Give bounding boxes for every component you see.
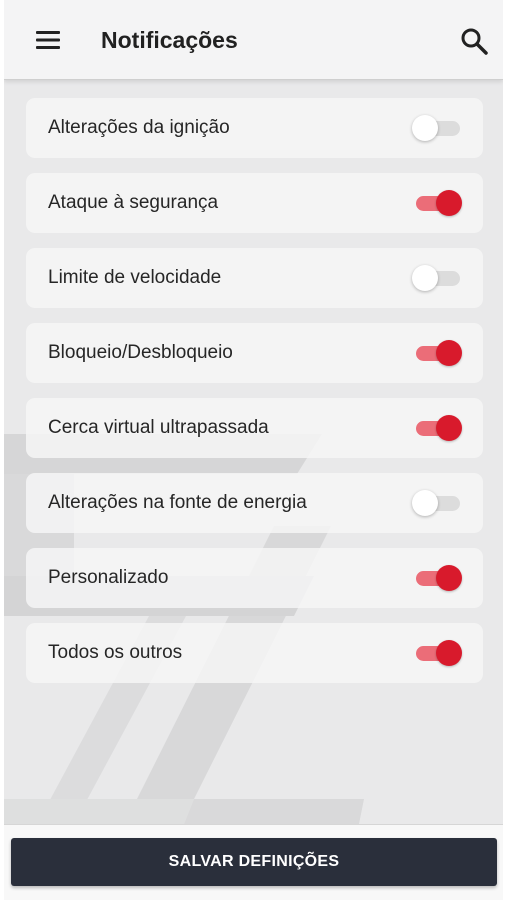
toggle-knob[interactable] bbox=[436, 640, 462, 666]
notification-setting-row[interactable]: Todos os outros bbox=[26, 623, 483, 683]
footer-bar: SALVAR DEFINIÇÕES bbox=[4, 824, 503, 900]
notification-toggle-switch[interactable] bbox=[412, 638, 464, 668]
notification-setting-label: Cerca virtual ultrapassada bbox=[48, 417, 269, 438]
menu-icon bbox=[36, 31, 60, 49]
notification-toggle-switch[interactable] bbox=[412, 263, 464, 293]
search-button[interactable] bbox=[456, 24, 492, 58]
notification-toggle-switch[interactable] bbox=[412, 188, 464, 218]
notification-setting-label: Alterações da ignição bbox=[48, 117, 230, 138]
notification-setting-row[interactable]: Cerca virtual ultrapassada bbox=[26, 398, 483, 458]
notification-setting-row[interactable]: Ataque à segurança bbox=[26, 173, 483, 233]
notification-setting-label: Limite de velocidade bbox=[48, 267, 222, 288]
toggle-knob[interactable] bbox=[412, 265, 438, 291]
notification-setting-label: Bloqueio/Desbloqueio bbox=[48, 342, 233, 363]
notification-setting-row[interactable]: Limite de velocidade bbox=[26, 248, 483, 308]
toggle-knob[interactable] bbox=[436, 190, 462, 216]
app-bar: Notificações bbox=[4, 0, 503, 80]
notification-settings-list: Alterações da ignição Ataque à segurança L… bbox=[26, 98, 483, 698]
notification-toggle-switch[interactable] bbox=[412, 113, 464, 143]
toggle-knob[interactable] bbox=[412, 115, 438, 141]
notification-setting-label: Personalizado bbox=[48, 567, 169, 588]
toggle-knob[interactable] bbox=[436, 565, 462, 591]
notification-toggle-switch[interactable] bbox=[412, 563, 464, 593]
toggle-knob[interactable] bbox=[412, 490, 438, 516]
toggle-knob[interactable] bbox=[436, 340, 462, 366]
notification-toggle-switch[interactable] bbox=[412, 338, 464, 368]
save-settings-button[interactable]: SALVAR DEFINIÇÕES bbox=[11, 838, 497, 886]
toggle-knob[interactable] bbox=[436, 415, 462, 441]
notification-toggle-switch[interactable] bbox=[412, 488, 464, 518]
page-title: Notificações bbox=[101, 27, 238, 53]
notification-setting-row[interactable]: Bloqueio/Desbloqueio bbox=[26, 323, 483, 383]
notification-setting-row[interactable]: Alterações na fonte de energia bbox=[26, 473, 483, 533]
menu-button[interactable] bbox=[30, 24, 66, 56]
notification-setting-label: Ataque à segurança bbox=[48, 192, 219, 213]
notification-setting-row[interactable]: Alterações da ignição bbox=[26, 98, 483, 158]
notification-setting-row[interactable]: Personalizado bbox=[26, 548, 483, 608]
notification-setting-label: Todos os outros bbox=[48, 642, 183, 663]
notification-toggle-switch[interactable] bbox=[412, 413, 464, 443]
notification-setting-label: Alterações na fonte de energia bbox=[48, 492, 307, 513]
search-icon bbox=[461, 28, 488, 55]
notifications-screen: Notificações Alterações da ignição Ataque… bbox=[4, 0, 503, 900]
